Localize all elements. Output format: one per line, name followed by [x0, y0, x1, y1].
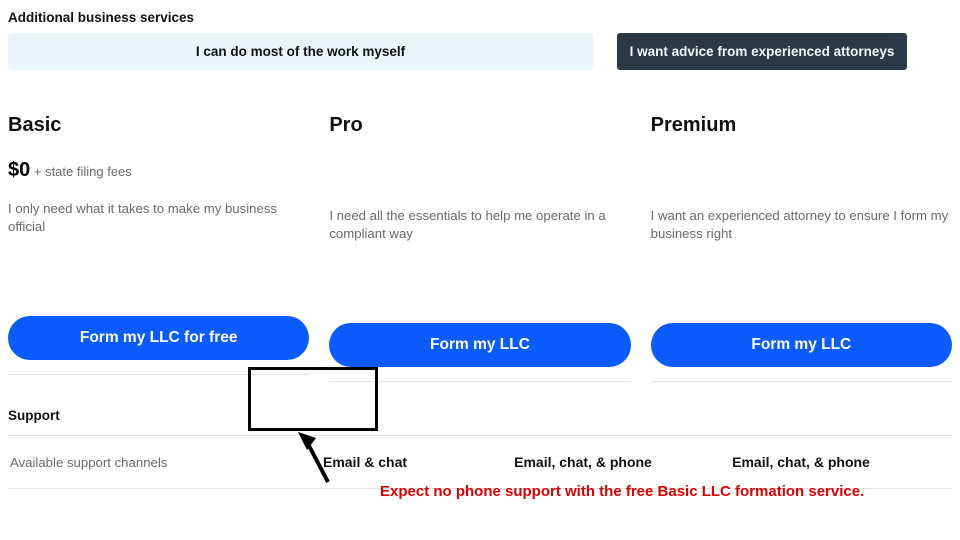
plan-blurb-basic: I only need what it takes to make my bus… [8, 200, 309, 238]
price-suffix: + state filing fees [30, 164, 132, 179]
cta-basic[interactable]: Form my LLC for free [8, 316, 309, 360]
tab-diy[interactable]: I can do most of the work myself [8, 33, 593, 70]
tab-attorney[interactable]: I want advice from experienced attorneys [617, 33, 907, 70]
plan-pro: Pro I need all the essentials to help me… [329, 114, 630, 382]
price-amount: $0 [8, 159, 30, 181]
support-heading: Support [8, 408, 952, 423]
plan-name-premium: Premium [651, 114, 952, 137]
annotation-text: Expect no phone support with the free Ba… [380, 481, 864, 502]
support-pro-value: Email, chat, & phone [474, 454, 692, 470]
support-basic-value: Email & chat [256, 454, 474, 470]
section-title: Additional business services [8, 10, 952, 25]
tabs-row: I can do most of the work myself I want … [8, 33, 952, 70]
cta-pro[interactable]: Form my LLC [329, 323, 630, 367]
plan-basic: Basic $0 + state filing fees I only need… [8, 114, 309, 382]
plan-premium: Premium I want an experienced attorney t… [651, 114, 952, 382]
cta-premium[interactable]: Form my LLC [651, 323, 952, 367]
divider [651, 381, 952, 382]
plan-blurb-pro: I need all the essentials to help me ope… [329, 207, 630, 245]
plans-row: Basic $0 + state filing fees I only need… [8, 114, 952, 382]
plan-price-basic: $0 + state filing fees [8, 159, 309, 182]
support-row-label: Available support channels [8, 455, 256, 470]
support-premium-value: Email, chat, & phone [692, 454, 910, 470]
plan-blurb-premium: I want an experienced attorney to ensure… [651, 207, 952, 245]
plan-name-pro: Pro [329, 114, 630, 137]
plan-name-basic: Basic [8, 114, 309, 137]
highlight-box [248, 367, 378, 431]
